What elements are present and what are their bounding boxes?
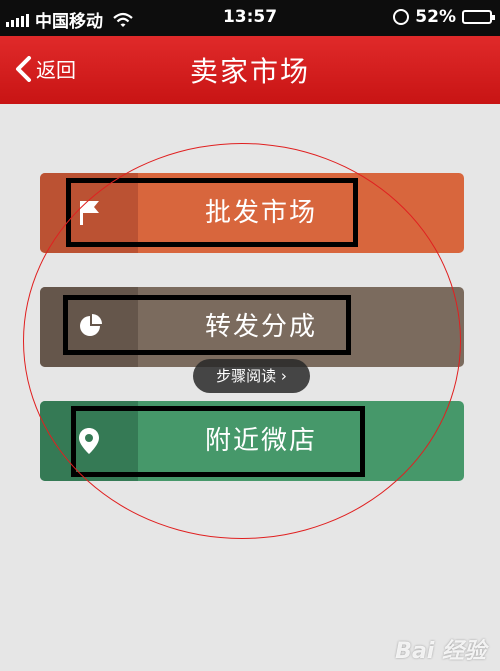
flag-icon: [80, 201, 99, 225]
status-bar: 中国移动 13:57 52%: [0, 0, 500, 36]
forward-share-button[interactable]: 转发分成: [40, 287, 464, 367]
nav-bar: 返回 卖家市场: [0, 36, 500, 104]
icon-pane: [40, 173, 138, 253]
menu-label: 附近微店: [204, 426, 317, 456]
icon-pane: [40, 287, 138, 367]
status-right: 52%: [393, 7, 495, 27]
battery-icon: [462, 10, 495, 24]
location-pin-icon: [79, 428, 99, 454]
menu-label: 批发市场: [204, 198, 317, 228]
steps-reading-button[interactable]: 步骤阅读 ›: [193, 359, 310, 393]
pie-chart-icon: [80, 314, 102, 336]
page-title: 卖家市场: [189, 55, 310, 88]
baidu-watermark: Bai 经验: [395, 639, 486, 664]
nearby-store-button[interactable]: 附近微店: [40, 401, 464, 481]
wholesale-market-button[interactable]: 批发市场: [40, 173, 464, 253]
rotation-lock-icon: [393, 9, 410, 25]
menu-label: 转发分成: [204, 312, 317, 342]
icon-pane: [40, 401, 138, 481]
battery-percent: 52%: [415, 7, 456, 27]
